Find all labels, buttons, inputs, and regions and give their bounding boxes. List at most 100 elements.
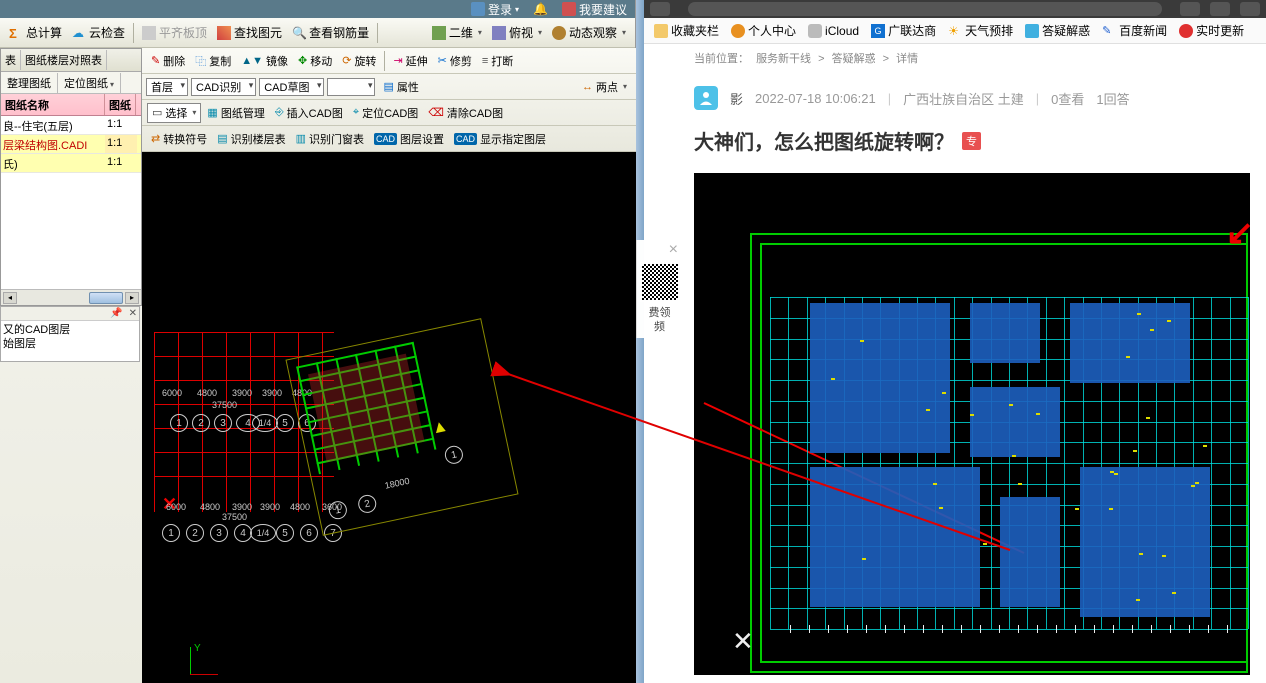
- avatar[interactable]: [694, 86, 718, 110]
- axis-bubble: 6: [300, 524, 318, 542]
- break-button[interactable]: ≡打断: [478, 51, 517, 71]
- manage-button[interactable]: ▦图纸管理: [203, 103, 268, 123]
- manage-label: 图纸管理: [221, 105, 265, 121]
- suggest-button[interactable]: 我要建议: [562, 1, 627, 18]
- locate-cad-button[interactable]: ⌖定位CAD图: [349, 103, 422, 123]
- rec-window-button[interactable]: ▥识别门窗表: [292, 129, 368, 149]
- table-row[interactable]: 氏) 1:1: [1, 154, 141, 173]
- rec-floor-button[interactable]: ▤识别楼层表: [213, 129, 289, 149]
- dyn-view-button[interactable]: 动态观察: [548, 22, 630, 43]
- layer-line[interactable]: 又的CAD图层: [3, 323, 137, 337]
- layer-line[interactable]: 始图层: [3, 337, 137, 351]
- row-scale: 1:1: [105, 154, 137, 172]
- bookmarks-folder[interactable]: 收藏夹栏: [650, 20, 723, 41]
- subtab-locate[interactable]: 定位图纸: [58, 73, 121, 93]
- rotate-label: 旋转: [354, 53, 376, 69]
- align-top-button[interactable]: 平齐板顶: [138, 22, 211, 43]
- move-button[interactable]: ✥移动: [294, 51, 336, 71]
- dim2d-button[interactable]: 二维: [428, 22, 486, 43]
- copy-button[interactable]: ⿻复制: [191, 51, 235, 71]
- dim-text: 6000: [162, 388, 182, 398]
- view-rebar-button[interactable]: 🔍 查看钢筋量: [288, 22, 373, 43]
- close-overlay-icon[interactable]: ✕: [732, 626, 754, 657]
- pin-icon[interactable]: 📌: [110, 308, 122, 319]
- empty-select[interactable]: [327, 78, 375, 96]
- axis-bubble: 1: [327, 499, 348, 520]
- site-icon: ✎: [1102, 24, 1116, 38]
- floor-select[interactable]: 首层: [146, 78, 188, 96]
- cad-toolbar-row: ▭选择 ▦图纸管理 ⎆插入CAD图 ⌖定位CAD图 ⌫清除CAD图: [142, 100, 636, 126]
- find-element-button[interactable]: 查找图元: [213, 22, 286, 43]
- ext-button[interactable]: [1240, 2, 1260, 16]
- col-scale[interactable]: 图纸: [105, 94, 136, 115]
- col-name[interactable]: 图纸名称: [1, 94, 105, 115]
- dim-text: 37500: [212, 400, 237, 410]
- window-divider[interactable]: [636, 0, 644, 683]
- post-region: 广西壮族自治区 土建: [903, 89, 1024, 108]
- cad-draft-select[interactable]: CAD草图: [259, 78, 324, 96]
- break-label: 打断: [491, 53, 513, 69]
- trim-button[interactable]: ✂修剪: [434, 51, 476, 71]
- two-pt-button[interactable]: ↔两点: [578, 77, 631, 97]
- subtab-organize[interactable]: 整理图纸: [1, 73, 58, 93]
- convert-button[interactable]: ⇄转换符号: [147, 129, 211, 149]
- table-row[interactable]: 层梁结构图.CADI 1:1: [1, 135, 141, 154]
- cad-canvas[interactable]: ✕ 6000 4800 3900 3900 4800 37500 1 2 3 4…: [142, 152, 636, 683]
- close-icon[interactable]: ✕: [129, 308, 137, 319]
- tab-compare[interactable]: 图纸楼层对照表: [21, 50, 107, 70]
- props-button[interactable]: ▤属性: [379, 77, 422, 97]
- crumb-link[interactable]: 服务新干线: [756, 53, 811, 65]
- extend-button[interactable]: ⇥延伸: [389, 51, 431, 71]
- cad-app-window: 登录 ▾ 🔔 我要建议 Σ 总计算 ☁ 云检查 平齐板顶 查找图元 🔍 查看钢筋…: [0, 0, 636, 683]
- insert-cad-button[interactable]: ⎆插入CAD图: [271, 103, 347, 123]
- bookmark-label: 个人中心: [748, 22, 796, 39]
- delete-button[interactable]: ✎删除: [147, 51, 189, 71]
- h-scrollbar[interactable]: ◂ ▸: [1, 289, 141, 305]
- view-down-button[interactable]: 俯视: [488, 22, 546, 43]
- bookmark-item[interactable]: 实时更新: [1175, 20, 1248, 41]
- clear-cad-button[interactable]: ⌫清除CAD图: [424, 103, 507, 123]
- mirror-button[interactable]: ▲▼镜像: [237, 51, 292, 71]
- bookmark-item[interactable]: 答疑解惑: [1021, 20, 1094, 41]
- close-icon[interactable]: ×: [669, 244, 678, 256]
- qr-code: [640, 262, 680, 302]
- bookmark-item[interactable]: 个人中心: [727, 20, 800, 41]
- cad-rec-select[interactable]: CAD识别: [191, 78, 256, 96]
- bookmark-item[interactable]: iCloud: [804, 22, 863, 40]
- drawing-area: ✎删除 ⿻复制 ▲▼镜像 ✥移动 ⟳旋转 ⇥延伸 ✂修剪 ≡打断 首层 CAD识…: [142, 48, 636, 683]
- show-spec-button[interactable]: CAD显示指定图层: [450, 129, 550, 149]
- layer-set-button[interactable]: CAD图层设置: [370, 129, 448, 149]
- ext-button[interactable]: [1210, 2, 1230, 16]
- scroll-left-arrow[interactable]: ◂: [3, 292, 17, 304]
- bookmark-label: 天气预排: [965, 22, 1013, 39]
- calc-button[interactable]: Σ 总计算: [5, 22, 66, 43]
- crumb-link[interactable]: 详情: [896, 53, 918, 65]
- crumb-prefix: 当前位置：: [694, 53, 749, 65]
- author-name[interactable]: 影: [730, 89, 743, 108]
- dim-text: 3900: [232, 502, 252, 512]
- axis-bubble: 3: [210, 524, 228, 542]
- find-element-label: 查找图元: [234, 24, 282, 41]
- bookmark-item[interactable]: ✎百度新闻: [1098, 20, 1171, 41]
- dim-text: 3900: [260, 502, 280, 512]
- row-scale: 1:1: [105, 116, 137, 134]
- bookmark-item[interactable]: G广联达商: [867, 20, 940, 41]
- dim2d-label: 二维: [449, 24, 473, 41]
- crumb-link[interactable]: 答疑解惑: [832, 53, 876, 65]
- tab-list[interactable]: 表: [1, 50, 21, 70]
- login-button[interactable]: 登录 ▾: [471, 1, 519, 18]
- rotate-button[interactable]: ⟳旋转: [338, 51, 380, 71]
- nav-button[interactable]: [650, 2, 670, 16]
- notify-icon[interactable]: 🔔: [533, 2, 548, 16]
- table-row[interactable]: 良--住宅(五层) 1:1: [1, 116, 141, 135]
- cloud-check-button[interactable]: ☁ 云检查: [68, 22, 129, 43]
- select-button[interactable]: ▭选择: [147, 103, 201, 123]
- dim-text: 3900: [262, 388, 282, 398]
- post-image[interactable]: ↙ ✕: [694, 173, 1250, 675]
- url-bar[interactable]: [688, 2, 1162, 16]
- dim-text: 4800: [200, 502, 220, 512]
- bookmark-item[interactable]: ☀天气预排: [944, 20, 1017, 41]
- scroll-right-arrow[interactable]: ▸: [125, 292, 139, 304]
- scroll-thumb[interactable]: [89, 292, 123, 304]
- ext-button[interactable]: [1180, 2, 1200, 16]
